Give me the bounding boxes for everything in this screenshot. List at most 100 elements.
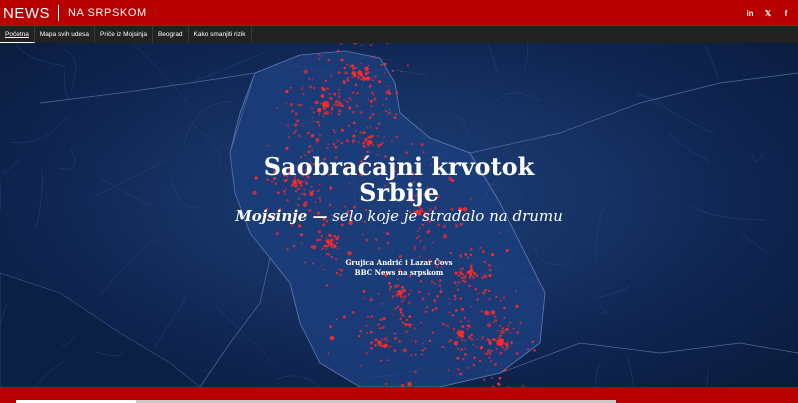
- x-icon[interactable]: 𝕏: [764, 9, 772, 18]
- accident-dot: [486, 323, 492, 328]
- accident-dot: [445, 324, 448, 327]
- accident-dot: [459, 254, 462, 257]
- accident-dot: [401, 285, 404, 289]
- accident-dot: [336, 139, 339, 142]
- accident-dot: [359, 130, 363, 134]
- accident-dot: [454, 297, 457, 301]
- accident-dot: [373, 56, 376, 59]
- accident-dot: [516, 331, 520, 334]
- nav-item-beograd[interactable]: Beograd: [153, 26, 189, 43]
- accident-dot: [347, 251, 352, 256]
- accident-dot: [357, 141, 360, 144]
- accident-dot: [410, 354, 413, 357]
- accident-dot: [457, 347, 460, 351]
- accident-dot: [286, 124, 290, 127]
- accident-dot: [498, 231, 501, 234]
- hero-subtitle-strong: Mojsinje —: [235, 207, 328, 225]
- accident-dot: [318, 58, 321, 61]
- accident-dot: [477, 292, 480, 295]
- accident-dot: [336, 318, 338, 320]
- accident-dot: [467, 320, 470, 323]
- accident-dot: [423, 347, 427, 350]
- accident-dot: [472, 363, 476, 367]
- accident-dot: [402, 348, 408, 353]
- accident-dot: [506, 346, 509, 349]
- accident-dot: [491, 253, 495, 257]
- accident-dot: [311, 78, 314, 81]
- accident-dot: [371, 144, 374, 147]
- accident-dot: [352, 134, 356, 138]
- accident-dot: [289, 86, 292, 89]
- accident-dot: [354, 66, 357, 69]
- facebook-icon[interactable]: f: [782, 9, 790, 18]
- accident-dot: [318, 124, 321, 127]
- accident-dot: [326, 87, 329, 90]
- accident-dot: [316, 120, 320, 124]
- accident-dot: [330, 240, 333, 243]
- accident-dot: [336, 49, 340, 53]
- accident-dot: [418, 235, 421, 238]
- accident-dot: [320, 55, 323, 57]
- accident-dot: [509, 322, 512, 324]
- accident-dot: [506, 341, 509, 343]
- accident-dot: [337, 101, 343, 107]
- accident-dot: [343, 66, 346, 70]
- accident-dot: [484, 310, 489, 315]
- accident-dot: [330, 108, 333, 111]
- accident-dot: [453, 294, 457, 298]
- road-line: [488, 43, 499, 73]
- accident-dot: [370, 315, 374, 319]
- accident-dot: [459, 331, 461, 334]
- accident-dot: [448, 311, 451, 314]
- accident-dot: [378, 342, 381, 345]
- nav-item-kako-smanjiti-rizik[interactable]: Kako smanjiti rizik: [189, 26, 252, 43]
- accident-dot: [406, 64, 409, 67]
- accident-dot: [438, 284, 442, 288]
- accident-dot: [330, 245, 333, 249]
- accident-dot: [375, 338, 378, 342]
- accident-dot: [486, 349, 492, 354]
- accident-dot: [418, 227, 421, 229]
- nav-item-price-iz-mojsinja[interactable]: Priče iz Mojsinja: [95, 26, 153, 43]
- nav-item-pocetna[interactable]: Početna: [0, 26, 35, 43]
- accident-dot: [497, 343, 500, 346]
- accident-dot: [320, 95, 322, 97]
- accident-dot: [466, 327, 469, 330]
- accident-dot: [410, 289, 412, 292]
- accident-dot: [442, 225, 447, 229]
- accident-dot: [460, 373, 463, 376]
- accident-dot: [359, 364, 362, 367]
- accident-dot: [459, 297, 462, 300]
- accident-dot: [374, 75, 378, 78]
- accident-dot: [326, 240, 329, 243]
- accident-dot: [421, 342, 424, 345]
- accident-dot: [431, 331, 435, 334]
- accident-dot: [473, 356, 476, 360]
- site-logo[interactable]: NEWS NA SRPSKOM: [0, 0, 147, 26]
- accident-dot: [420, 143, 424, 147]
- accident-dot: [447, 325, 449, 328]
- accident-dot: [337, 99, 340, 102]
- brand-divider: [58, 5, 59, 21]
- accident-dot: [387, 111, 391, 115]
- accident-dot: [489, 359, 493, 363]
- accident-dot: [340, 58, 344, 62]
- road-line: [638, 92, 716, 135]
- accident-dot: [329, 335, 335, 341]
- accident-dot: [478, 360, 481, 363]
- accident-dot: [389, 285, 392, 288]
- accident-dot: [308, 145, 312, 149]
- accident-dot: [405, 330, 409, 334]
- nav-item-mapa-svih-udesa[interactable]: Mapa svih udesa: [35, 26, 95, 43]
- linkedin-icon[interactable]: in: [746, 9, 754, 18]
- accident-dot: [295, 129, 297, 132]
- road-line: [594, 360, 602, 387]
- accident-dot: [326, 147, 329, 150]
- accident-dot: [485, 360, 487, 363]
- accident-dot: [424, 310, 428, 314]
- accident-dot: [408, 315, 411, 318]
- accident-dot: [404, 322, 408, 326]
- accident-dot: [467, 335, 472, 339]
- accident-dot: [475, 346, 478, 348]
- accident-dot: [386, 241, 390, 245]
